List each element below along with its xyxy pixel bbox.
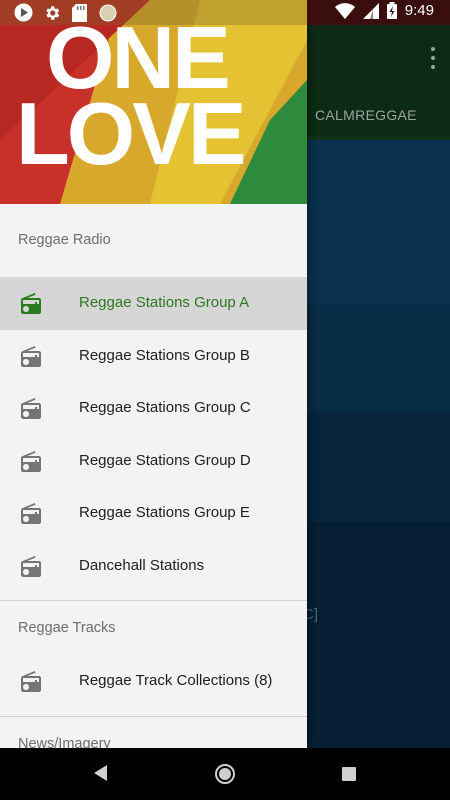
status-bar: 9:49 — [0, 0, 450, 25]
wifi-icon — [334, 2, 355, 19]
section-header-reggae-radio: Reggae Radio — [18, 232, 111, 248]
menu-item-reggae-stations-group-a[interactable]: Reggae Stations Group A — [0, 277, 307, 330]
app-toolbar: CALMREGGAE — [307, 25, 450, 140]
menu-item-reggae-stations-group-d[interactable]: Reggae Stations Group D — [0, 435, 307, 488]
signal-icon — [362, 2, 379, 19]
radio-icon — [21, 293, 41, 314]
tab-calmreggae[interactable]: CALMREGGAE — [315, 107, 417, 123]
radio-icon — [21, 345, 41, 367]
back-icon[interactable] — [93, 764, 109, 782]
home-icon[interactable] — [214, 763, 236, 785]
menu-item-reggae-stations-group-b[interactable]: Reggae Stations Group B — [0, 330, 307, 383]
menu-item-reggae-stations-group-e[interactable]: Reggae Stations Group E — [0, 487, 307, 540]
section-header-reggae-tracks: Reggae Tracks — [18, 620, 116, 636]
system-nav-bar — [0, 748, 450, 800]
play-circle-icon — [14, 3, 33, 22]
radio-icon — [21, 503, 41, 524]
gear-icon — [42, 3, 61, 22]
battery-charging-icon — [386, 2, 397, 19]
menu-item-dancehall-stations[interactable]: Dancehall Stations — [0, 540, 307, 593]
sd-card-icon — [70, 3, 89, 22]
background-app: CALMREGGAE C] — [303, 25, 450, 748]
navigation-drawer: ONE LOVE Reggae Radio Reggae Stations Gr… — [0, 0, 307, 748]
more-vert-icon[interactable] — [430, 47, 436, 69]
status-time: 9:49 — [404, 2, 434, 19]
app-content: C] — [303, 140, 450, 748]
banner-title: ONE LOVE — [16, 8, 247, 183]
radio-icon — [21, 671, 41, 692]
menu-item-reggae-track-collections[interactable]: Reggae Track Collections (8) — [0, 655, 307, 708]
section-header-news-imagery: News/Imagery — [18, 735, 111, 749]
menu-item-reggae-stations-group-c[interactable]: Reggae Stations Group C — [0, 382, 307, 435]
radio-icon — [21, 555, 41, 577]
radio-icon — [21, 450, 41, 472]
record-dot-icon — [98, 3, 117, 22]
drawer-menu: Reggae Radio Reggae Stations Group A Reg… — [0, 204, 307, 748]
recents-icon[interactable] — [342, 767, 356, 781]
drawer-banner: ONE LOVE — [0, 0, 307, 204]
radio-icon — [21, 398, 41, 419]
